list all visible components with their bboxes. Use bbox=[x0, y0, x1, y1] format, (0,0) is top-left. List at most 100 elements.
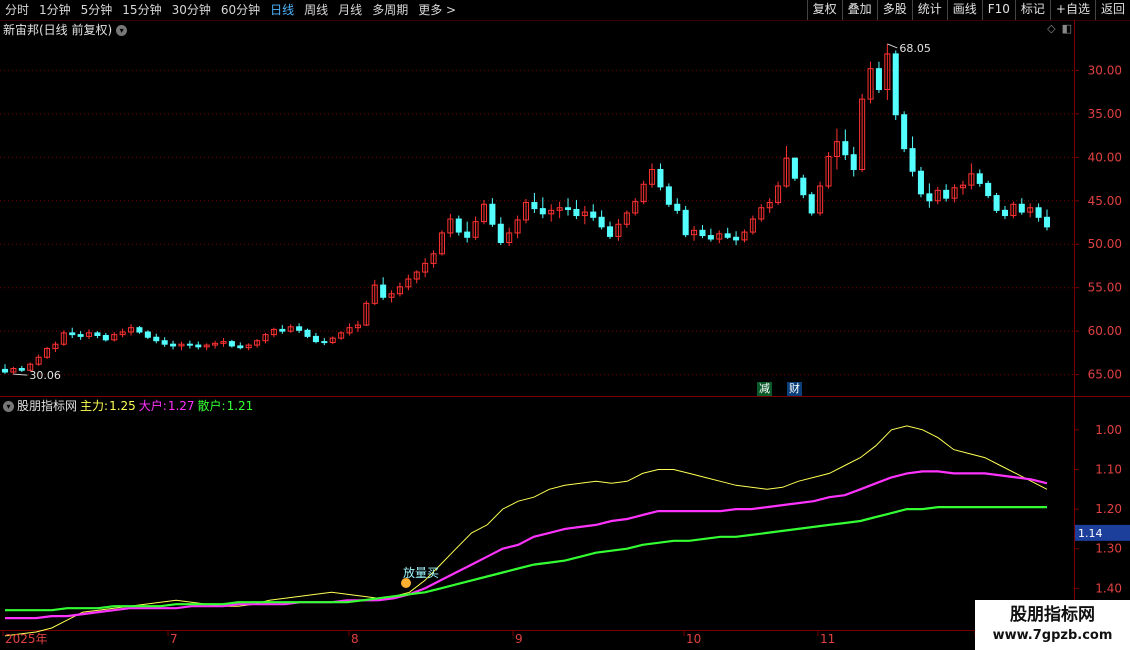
big-label: 大户: bbox=[138, 399, 167, 413]
indicator-line bbox=[5, 506, 1047, 612]
candle-body bbox=[186, 343, 193, 346]
date-axis-label: 9 bbox=[515, 632, 523, 646]
candle-body bbox=[909, 148, 916, 172]
candle-body bbox=[497, 223, 504, 244]
candle-body bbox=[707, 235, 714, 240]
retail-value: 1.21 bbox=[226, 399, 254, 413]
price-axis-label: 40.00 bbox=[1088, 150, 1122, 164]
indicator-axis-label: 1.20 bbox=[1095, 502, 1122, 516]
indicator-line bbox=[4, 425, 1048, 637]
candle-body bbox=[590, 211, 597, 218]
candle-body bbox=[102, 335, 109, 341]
candle-body bbox=[607, 226, 614, 237]
candle-body bbox=[279, 328, 286, 332]
candle-body bbox=[926, 193, 933, 202]
high-marker bbox=[887, 43, 898, 49]
candle-body bbox=[699, 229, 706, 237]
candle-body bbox=[144, 331, 151, 338]
candle-body bbox=[682, 209, 689, 236]
candle-body bbox=[69, 332, 76, 336]
price-axis-label: 35.00 bbox=[1088, 107, 1122, 121]
indicator-axis-label: 1.30 bbox=[1095, 542, 1122, 556]
candle-body bbox=[228, 341, 235, 347]
price-axis-label: 60.00 bbox=[1088, 324, 1122, 338]
candle-body bbox=[464, 231, 471, 238]
candle-body bbox=[94, 332, 101, 337]
candle-body bbox=[153, 336, 160, 342]
candle-body bbox=[901, 114, 908, 150]
candle-body bbox=[136, 327, 143, 333]
date-axis-label: 7 bbox=[170, 632, 178, 646]
candle-body bbox=[161, 340, 168, 345]
price-axis-label: 55.00 bbox=[1088, 281, 1122, 295]
low-marker bbox=[13, 373, 28, 376]
low-price-label: 30.06 bbox=[29, 369, 61, 382]
date-axis-label: 8 bbox=[351, 632, 359, 646]
high-price-label: 68.05 bbox=[899, 42, 931, 55]
candle-body bbox=[791, 157, 798, 179]
candle-body bbox=[489, 203, 496, 225]
candle-body bbox=[573, 208, 580, 217]
date-axis-label: 2025年 bbox=[5, 632, 48, 646]
cursor-value-label: 1.14 bbox=[1078, 527, 1103, 540]
main-value: 1.25 bbox=[109, 399, 136, 413]
candle-body bbox=[993, 195, 1000, 211]
candle-body bbox=[875, 68, 882, 91]
candle-body bbox=[724, 233, 731, 238]
big-value: 1.27 bbox=[167, 399, 195, 413]
candle-body bbox=[195, 344, 202, 348]
candle-body bbox=[1, 368, 9, 373]
candle-body bbox=[674, 203, 681, 211]
watermark: 股朋指标网 www.7gpzb.com bbox=[975, 600, 1130, 650]
buy-signal-label: 放量买 bbox=[403, 565, 439, 580]
candle-body bbox=[665, 186, 672, 205]
candle-body bbox=[296, 326, 303, 331]
candle-body bbox=[531, 202, 538, 210]
candle-body bbox=[1043, 216, 1051, 228]
candle-body bbox=[312, 335, 319, 343]
candle-body bbox=[917, 170, 924, 195]
candle-body bbox=[976, 173, 983, 184]
indicator-axis-label: 1.10 bbox=[1095, 462, 1122, 476]
candle-body bbox=[1018, 203, 1025, 213]
indicator-name[interactable]: 股朋指标网 bbox=[17, 398, 77, 414]
indicator-axis-label: 1.00 bbox=[1095, 423, 1122, 437]
candle-body bbox=[539, 208, 546, 215]
candle-body bbox=[598, 216, 605, 228]
indicator-line bbox=[5, 470, 1048, 620]
candle-body bbox=[564, 207, 572, 210]
candle-body bbox=[850, 154, 857, 171]
candle-body bbox=[237, 345, 244, 349]
candle-body bbox=[842, 141, 849, 156]
candle-body bbox=[800, 177, 807, 196]
indicator-axis-label: 1.40 bbox=[1095, 581, 1122, 595]
candle-body bbox=[985, 182, 992, 197]
candle-body bbox=[892, 53, 899, 116]
price-axis-label: 45.00 bbox=[1088, 194, 1122, 208]
retail-label: 散户: bbox=[197, 399, 226, 413]
candle-body bbox=[733, 236, 740, 241]
candle-body bbox=[808, 194, 815, 214]
candle-body bbox=[1001, 209, 1009, 217]
candle-body bbox=[455, 218, 462, 233]
price-axis-label: 65.00 bbox=[1088, 368, 1122, 382]
candle-body bbox=[77, 334, 84, 337]
kline-chart[interactable]: 65.00 60.00 55.00 50.00 45.00 40.00 35.00 30.00… bbox=[0, 0, 1130, 650]
candle-body bbox=[943, 189, 950, 199]
jian-badge[interactable]: 减 bbox=[757, 382, 772, 396]
main-label: 主力: bbox=[80, 399, 109, 413]
candle-body bbox=[1035, 207, 1042, 218]
candle-body bbox=[657, 169, 664, 188]
cai-badge[interactable]: 财 bbox=[787, 382, 802, 396]
candle-body bbox=[380, 284, 387, 298]
candle-body bbox=[304, 329, 311, 337]
watermark-url: www.7gpzb.com bbox=[992, 628, 1113, 643]
indicator-header: ▾ 股朋指标网 主力: 1.25 大户: 1.27 散户: 1.21 bbox=[0, 398, 256, 414]
watermark-title: 股朋指标网 bbox=[1010, 605, 1095, 625]
candle-body bbox=[321, 341, 328, 344]
price-axis-label: 30.00 bbox=[1088, 63, 1122, 77]
candle-body bbox=[170, 343, 177, 347]
chevron-down-icon[interactable]: ▾ bbox=[3, 400, 14, 412]
date-axis-label: 11 bbox=[820, 632, 835, 646]
price-axis-label: 50.00 bbox=[1088, 237, 1122, 251]
